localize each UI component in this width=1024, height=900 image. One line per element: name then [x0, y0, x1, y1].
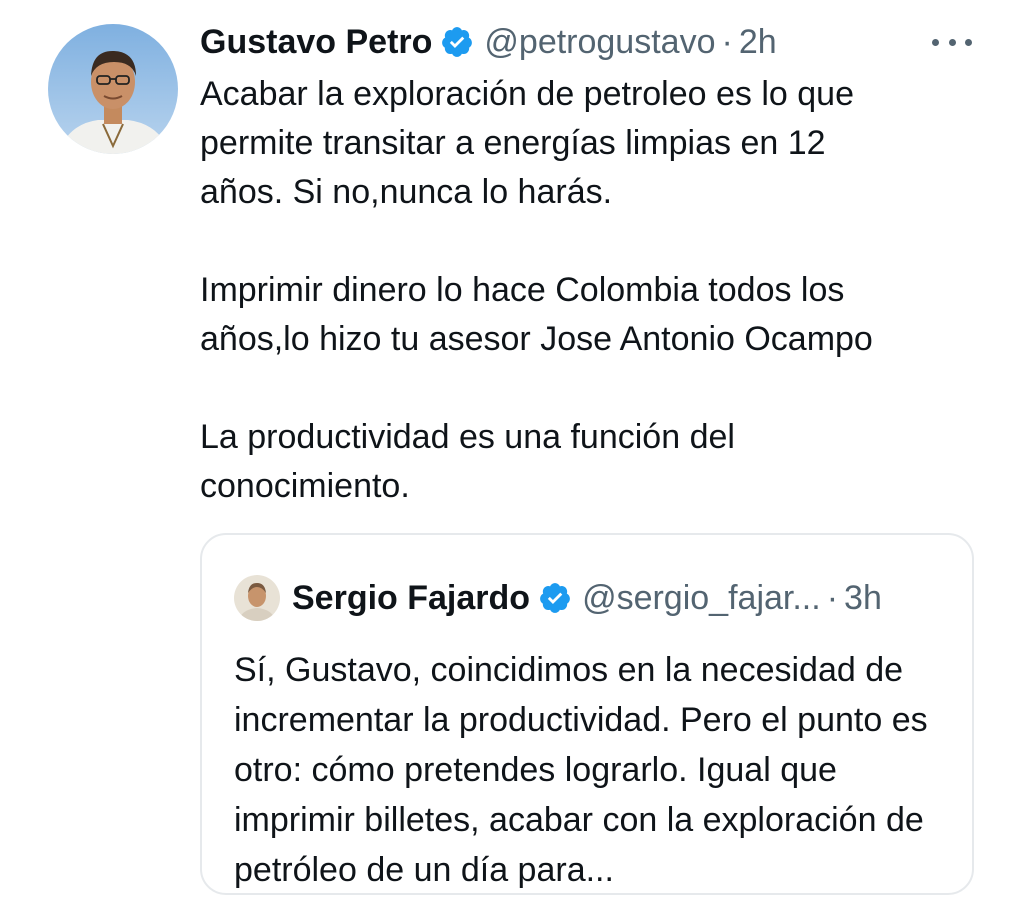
quoted-author-name[interactable]: Sergio Fajardo: [292, 573, 530, 623]
author-avatar[interactable]: [48, 24, 178, 154]
quoted-tweet-text: Sí, Gustavo, coincidimos en la necesidad…: [234, 645, 954, 895]
dot-icon: [932, 38, 939, 46]
verified-badge-icon: [440, 25, 474, 59]
tweet-text: Acabar la exploración de petroleo es lo …: [200, 70, 990, 511]
author-name[interactable]: Gustavo Petro: [200, 18, 432, 66]
quoted-tweet-card[interactable]: Sergio Fajardo @sergio_fajar... · 3h Sí,…: [200, 533, 974, 895]
quoted-tweet-header: Sergio Fajardo @sergio_fajar... · 3h: [234, 573, 882, 623]
quoted-tweet-timestamp[interactable]: 3h: [844, 573, 882, 623]
dot-icon: [948, 38, 956, 46]
quoted-author-avatar[interactable]: [234, 575, 280, 621]
quoted-tweet-body: Sí, Gustavo, coincidimos en la necesidad…: [234, 651, 928, 889]
dot-icon: [965, 38, 972, 46]
separator-dot: ·: [826, 579, 839, 617]
separator-dot: ·: [721, 23, 733, 61]
tweet-paragraph: La productividad es una función del cono…: [200, 418, 735, 505]
tweet-paragraph: Imprimir dinero lo hace Colombia todos l…: [200, 271, 873, 358]
more-options-icon[interactable]: [932, 30, 972, 54]
tweet-header: Gustavo Petro @petrogustavo · 2h: [200, 18, 777, 66]
tweet-paragraph: Acabar la exploración de petroleo es lo …: [200, 75, 854, 211]
quoted-author-handle[interactable]: @sergio_fajar...: [582, 573, 821, 623]
author-handle[interactable]: @petrogustavo: [484, 18, 715, 66]
verified-badge-icon: [538, 581, 572, 615]
tweet-timestamp[interactable]: 2h: [739, 18, 777, 66]
